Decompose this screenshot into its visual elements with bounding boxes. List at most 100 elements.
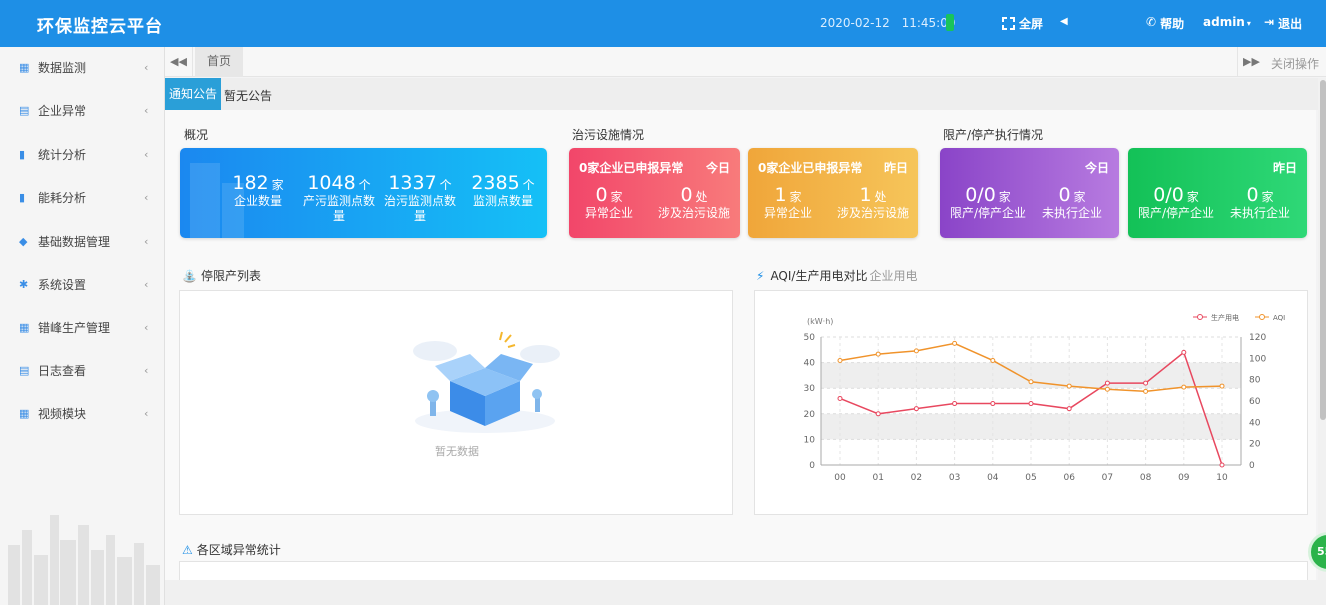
card-period: 昨日 — [883, 161, 908, 175]
data-point — [1219, 383, 1225, 389]
x-tick-label: 00 — [834, 473, 846, 483]
x-tick-label: 01 — [872, 473, 883, 483]
sidebar-item-settings[interactable]: ✱ 系统设置 ‹ — [0, 269, 164, 299]
data-point — [1028, 401, 1034, 407]
bar-chart-icon: ▮ — [19, 147, 26, 161]
stat-label: 限产/停产企业 — [1137, 206, 1215, 220]
stat-label: 治污监测点数量 — [383, 194, 456, 223]
fullscreen-button[interactable]: 全屏 — [1002, 15, 1043, 32]
double-left-icon: ◀◀ — [170, 55, 187, 68]
stat-value: 0/0 — [965, 184, 996, 206]
sidebar-item-logs[interactable]: ▤ 日志查看 ‹ — [0, 355, 164, 385]
sidebar-item-energy[interactable]: ▮ 能耗分析 ‹ — [0, 182, 164, 212]
stat-label: 涉及治污设施 — [836, 206, 909, 220]
restriction-today-card[interactable]: 今日 0/0 家限产/停产企业 0 家未执行企业 — [940, 148, 1119, 238]
stat-value: 0 — [595, 184, 608, 206]
user-label: admin — [1203, 15, 1245, 29]
sidebar-item-label: 日志查看 — [38, 363, 87, 378]
help-button[interactable]: ✆ 帮助 — [1146, 15, 1184, 32]
speaker-icon[interactable]: ◀ — [1060, 16, 1068, 27]
abnormal-enterprise-stat: 1 家异常企业 — [748, 184, 828, 221]
legend-label: 生产用电 — [1211, 313, 1239, 322]
aqi-title: AQI/生产用电对比 — [770, 269, 868, 283]
treatment-yesterday-card[interactable]: 0家企业已申报异常 昨日 1 家异常企业 1 处涉及治污设施 — [748, 148, 918, 238]
x-tick-label: 07 — [1102, 473, 1113, 483]
data-point — [913, 406, 919, 412]
logout-icon: ⇥ — [1264, 15, 1275, 29]
y-tick-label: 50 — [804, 333, 816, 343]
top-bar: 环保监控云平台 2020-02-12 11:45:09 全屏 ◀ ✆ 帮助 ad… — [0, 0, 1326, 47]
data-point — [1066, 406, 1072, 412]
region-title: 各区域异常统计 — [196, 543, 281, 557]
card-period: 昨日 — [1272, 161, 1297, 175]
stat-pollution-points: 1048 个产污监测点数量 — [299, 172, 379, 224]
stat-label: 异常企业 — [584, 206, 633, 220]
scrollbar-thumb[interactable] — [1320, 80, 1326, 420]
logout-button[interactable]: ⇥ 退出 — [1264, 15, 1302, 32]
user-menu[interactable]: admin ▾ — [1203, 15, 1251, 29]
stat-value: 0 — [1246, 184, 1259, 206]
stat-unit: 个 — [439, 178, 452, 192]
sidebar: ▦ 数据监测 ‹ ▤ 企业异常 ‹ ▮ 统计分析 ‹ ▮ 能耗分析 ‹ ◆ 基础数据管理 ‹ ✱ 系统… — [0, 47, 165, 605]
abnormal-enterprise-stat: 0 家异常企业 — [569, 184, 649, 221]
stat-unit: 家 — [1261, 190, 1274, 204]
stat-unit: 家 — [789, 190, 802, 204]
data-point — [1066, 383, 1072, 389]
notice-tag: 通知公告 — [165, 78, 222, 110]
sidebar-item-peak-shifting[interactable]: ▦ 错峰生产管理 ‹ — [0, 312, 164, 342]
tab-home[interactable]: 首页 — [195, 47, 244, 77]
x-tick-label: 05 — [1025, 473, 1036, 483]
aqi-subtitle[interactable]: 企业用电 — [869, 267, 917, 284]
sidebar-item-label: 基础数据管理 — [38, 234, 111, 249]
restricted-enterprise-stat: 0/0 家限产/停产企业 — [944, 184, 1032, 221]
unexecuted-enterprise-stat: 0 家未执行企业 — [1032, 184, 1112, 221]
unexecuted-enterprise-stat: 0 家未执行企业 — [1220, 184, 1300, 221]
stat-value: 1337 — [388, 172, 437, 194]
close-operations-button[interactable]: 关闭操作 — [1271, 55, 1319, 72]
notice-text: 暂无公告 — [224, 89, 273, 103]
sidebar-item-data-monitoring[interactable]: ▦ 数据监测 ‹ — [0, 52, 164, 82]
stat-value: 0 — [1058, 184, 1071, 206]
double-right-icon: ▶▶ — [1243, 55, 1260, 68]
empty-box-icon — [413, 331, 560, 433]
sidebar-item-enterprise-exception[interactable]: ▤ 企业异常 ‹ — [0, 95, 164, 125]
stat-unit: 家 — [271, 178, 284, 192]
stat-unit: 处 — [695, 190, 708, 204]
x-tick-label: 02 — [911, 473, 922, 483]
restricted-enterprise-stat: 0/0 家限产/停产企业 — [1132, 184, 1220, 221]
y-tick-label: 20 — [804, 410, 816, 420]
calendar-icon: ▦ — [19, 60, 30, 74]
sidebar-item-statistics[interactable]: ▮ 统计分析 ‹ — [0, 139, 164, 169]
tab-scroll-left-button[interactable]: ◀◀ — [165, 47, 193, 77]
data-point — [952, 340, 958, 346]
stat-unit: 家 — [610, 190, 623, 204]
document-icon: ▤ — [19, 363, 30, 377]
restriction-yesterday-card[interactable]: 昨日 0/0 家限产/停产企业 0 家未执行企业 — [1128, 148, 1307, 238]
stop-list-panel: 暂无数据 — [179, 290, 733, 515]
treatment-today-card[interactable]: 0家企业已申报异常 今日 0 家异常企业 0 处涉及治污设施 — [569, 148, 740, 238]
calendar-icon: ▦ — [19, 320, 30, 334]
sidebar-item-label: 能耗分析 — [38, 190, 87, 205]
card-header: 0家企业已申报异常 — [758, 161, 863, 175]
sidebar-item-video[interactable]: ▦ 视频模块 ‹ — [0, 398, 164, 428]
dashboard-content: 概况 治污设施情况 限产/停产执行情况 182 家企业数量 1048 个产污监测点数… — [165, 110, 1316, 580]
x-tick-label: 10 — [1216, 473, 1228, 483]
restriction-title: 限产/停产执行情况 — [943, 128, 1044, 142]
stat-label: 限产/停产企业 — [949, 206, 1027, 220]
warning-icon: ⚠ — [182, 542, 193, 557]
legend-label: AQI — [1273, 314, 1285, 322]
data-point — [913, 348, 919, 354]
y2-tick-label: 120 — [1249, 333, 1266, 343]
stat-label: 产污监测点数量 — [302, 194, 375, 223]
datetime-display: 2020-02-12 11:45:09 — [820, 16, 963, 30]
tab-scroll-right-button[interactable]: ▶▶ — [1237, 47, 1265, 77]
legend-marker — [1259, 314, 1265, 320]
stat-label: 异常企业 — [763, 206, 812, 220]
y-tick-label: 10 — [804, 435, 816, 445]
caret-down-icon: ▾ — [1246, 19, 1251, 28]
data-point — [1143, 388, 1149, 394]
sidebar-item-base-data[interactable]: ◆ 基础数据管理 ‹ — [0, 226, 164, 256]
y-axis-label: (kW·h) — [807, 317, 833, 326]
card-period: 今日 — [1084, 161, 1109, 175]
gear-icon: ✱ — [19, 277, 29, 291]
